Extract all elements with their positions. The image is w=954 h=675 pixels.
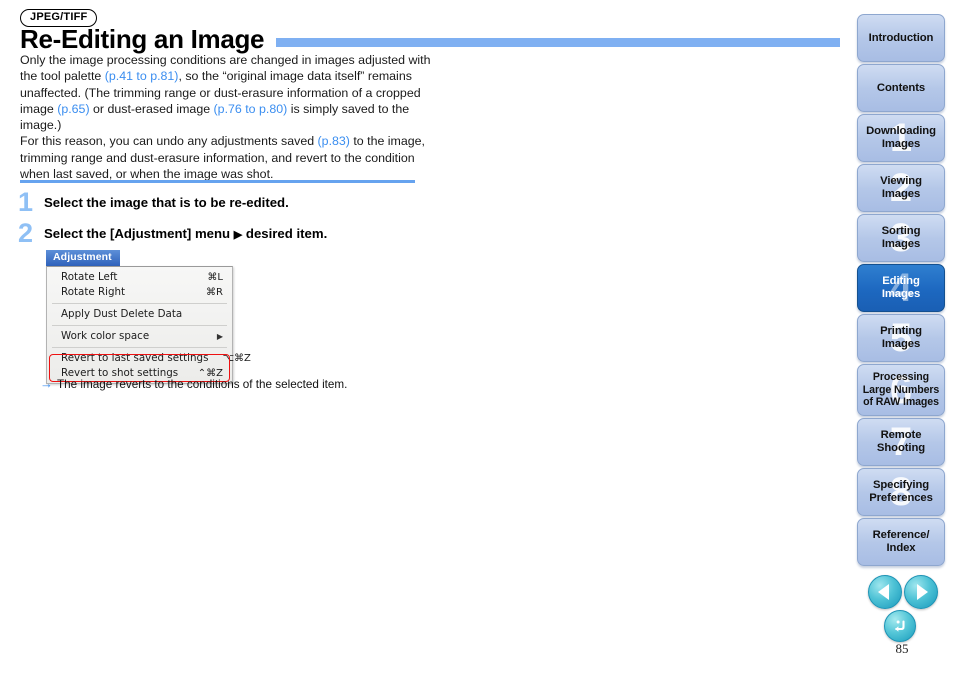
return-arrow-icon	[895, 620, 905, 632]
menu-item-work-color-space[interactable]: Work color space ▶	[47, 329, 232, 344]
menu-item-label: Rotate Left	[61, 271, 118, 283]
tab-label: Downloading Images	[866, 125, 936, 150]
menu-separator	[52, 325, 227, 326]
page-content: JPEG/TIFF Re-Editing an Image Only the i…	[0, 0, 850, 675]
menu-separator	[52, 347, 227, 348]
tab-label: Reference/ Index	[872, 529, 930, 554]
arrow-right-icon: →	[40, 376, 53, 391]
arrow-right-icon	[917, 584, 928, 600]
menu-item-revert-to-last-saved-settings[interactable]: Revert to last saved settings ⌥⌘Z	[47, 351, 251, 366]
page-navigation	[868, 575, 938, 609]
menu-item-label: Work color space	[61, 330, 150, 342]
page-ref-link-2[interactable]: (p.65)	[57, 102, 89, 116]
title-row: Re-Editing an Image	[20, 22, 840, 56]
sidebar-tab-remote-shooting[interactable]: 7 Remote Shooting	[857, 418, 945, 466]
menu-item-shortcut: ⌘L	[207, 272, 223, 283]
menu-title-adjustment[interactable]: Adjustment	[46, 250, 120, 266]
arrow-left-icon	[878, 584, 889, 600]
menu-item-label: Revert to last saved settings	[61, 352, 209, 364]
sidebar-tab-reference-index[interactable]: Reference/ Index	[857, 518, 945, 566]
menu-item-shortcut: ⌘R	[206, 287, 223, 298]
step-arrow-icon: ▶	[233, 229, 243, 241]
steps-divider	[20, 180, 415, 183]
intro-body: Only the image processing conditions are…	[20, 52, 435, 182]
menu-dropdown: Rotate Left ⌘L Rotate Right ⌘R Apply Dus…	[46, 266, 251, 384]
sidebar-tab-viewing-images[interactable]: 2 Viewing Images	[857, 164, 945, 212]
tab-label: Remote Shooting	[876, 429, 926, 454]
tab-label: Introduction	[868, 31, 934, 44]
sidebar-tab-processing-large-numbers-of-raw-images[interactable]: 6 Processing Large Numbers of RAW Images	[857, 364, 945, 416]
menu-item-shortcut: ⌥⌘Z	[222, 353, 251, 364]
step-1: 1 Select the image that is to be re-edit…	[18, 187, 289, 217]
step-1-number: 1	[18, 187, 34, 217]
tab-label: Specifying Preferences	[869, 479, 933, 504]
title-rule	[276, 37, 840, 47]
tab-label: Editing Images	[881, 275, 921, 300]
page-title: Re-Editing an Image	[20, 24, 265, 54]
step-2: 2 Select the [Adjustment] menu ▶ desired…	[18, 218, 327, 248]
menu-item-label: Rotate Right	[61, 286, 126, 298]
page-ref-link-3[interactable]: (p.76 to p.80)	[214, 102, 288, 116]
return-button[interactable]	[884, 610, 916, 642]
step-2-text: Select the [Adjustment] menu ▶ desired i…	[44, 221, 327, 243]
para1-part-c: or dust-erased image	[89, 101, 214, 116]
menu-item-apply-dust-delete-data[interactable]: Apply Dust Delete Data	[47, 307, 232, 322]
sidebar-tab-editing-images[interactable]: 4 Editing Images	[857, 264, 945, 312]
step-2-text-a: Select the [Adjustment] menu	[44, 226, 234, 241]
tab-label: Processing Large Numbers of RAW Images	[862, 371, 940, 409]
menu-item-rotate-left[interactable]: Rotate Left ⌘L	[47, 270, 232, 285]
previous-page-button[interactable]	[868, 575, 902, 609]
page-ref-link-1[interactable]: (p.41 to p.81)	[105, 69, 179, 83]
adjustment-menu-screenshot: Adjustment Rotate Left ⌘L Rotate Right ⌘…	[46, 247, 251, 384]
tab-label: Viewing Images	[880, 175, 922, 200]
menu-item-label: Apply Dust Delete Data	[61, 308, 183, 320]
result-note-text: The image reverts to the conditions of t…	[57, 378, 348, 391]
paragraph-1: Only the image processing conditions are…	[20, 52, 435, 133]
step-1-text: Select the image that is to be re-edited…	[44, 195, 289, 210]
sidebar-tab-downloading-images[interactable]: 1 Downloading Images	[857, 114, 945, 162]
page-ref-link-4[interactable]: (p.83)	[318, 134, 350, 148]
para2-part-a: For this reason, you can undo any adjust…	[20, 134, 318, 149]
menu-separator	[52, 303, 227, 304]
sidebar-tab-specifying-preferences[interactable]: 8 Specifying Preferences	[857, 468, 945, 516]
tab-label: Printing Images	[880, 325, 922, 350]
paragraph-2: For this reason, you can undo any adjust…	[20, 133, 435, 182]
step-2-text-b: desired item.	[242, 226, 328, 241]
result-note: → The image reverts to the conditions of…	[40, 376, 347, 392]
menu-item-rotate-right[interactable]: Rotate Right ⌘R	[47, 285, 232, 300]
submenu-chevron-right-icon: ▶	[216, 332, 223, 341]
sidebar-tab-printing-images[interactable]: 5 Printing Images	[857, 314, 945, 362]
sidebar-tab-sorting-images[interactable]: 3 Sorting Images	[857, 214, 945, 262]
tab-label: Sorting Images	[881, 225, 921, 250]
tab-label: Contents	[876, 81, 926, 94]
sidebar-tab-introduction[interactable]: Introduction	[857, 14, 945, 62]
page-number: 85	[895, 641, 909, 656]
chapter-sidebar: Introduction Contents 1 Downloading Imag…	[850, 0, 954, 675]
sidebar-tab-contents[interactable]: Contents	[857, 64, 945, 112]
next-page-button[interactable]	[904, 575, 938, 609]
step-2-number: 2	[18, 218, 34, 248]
